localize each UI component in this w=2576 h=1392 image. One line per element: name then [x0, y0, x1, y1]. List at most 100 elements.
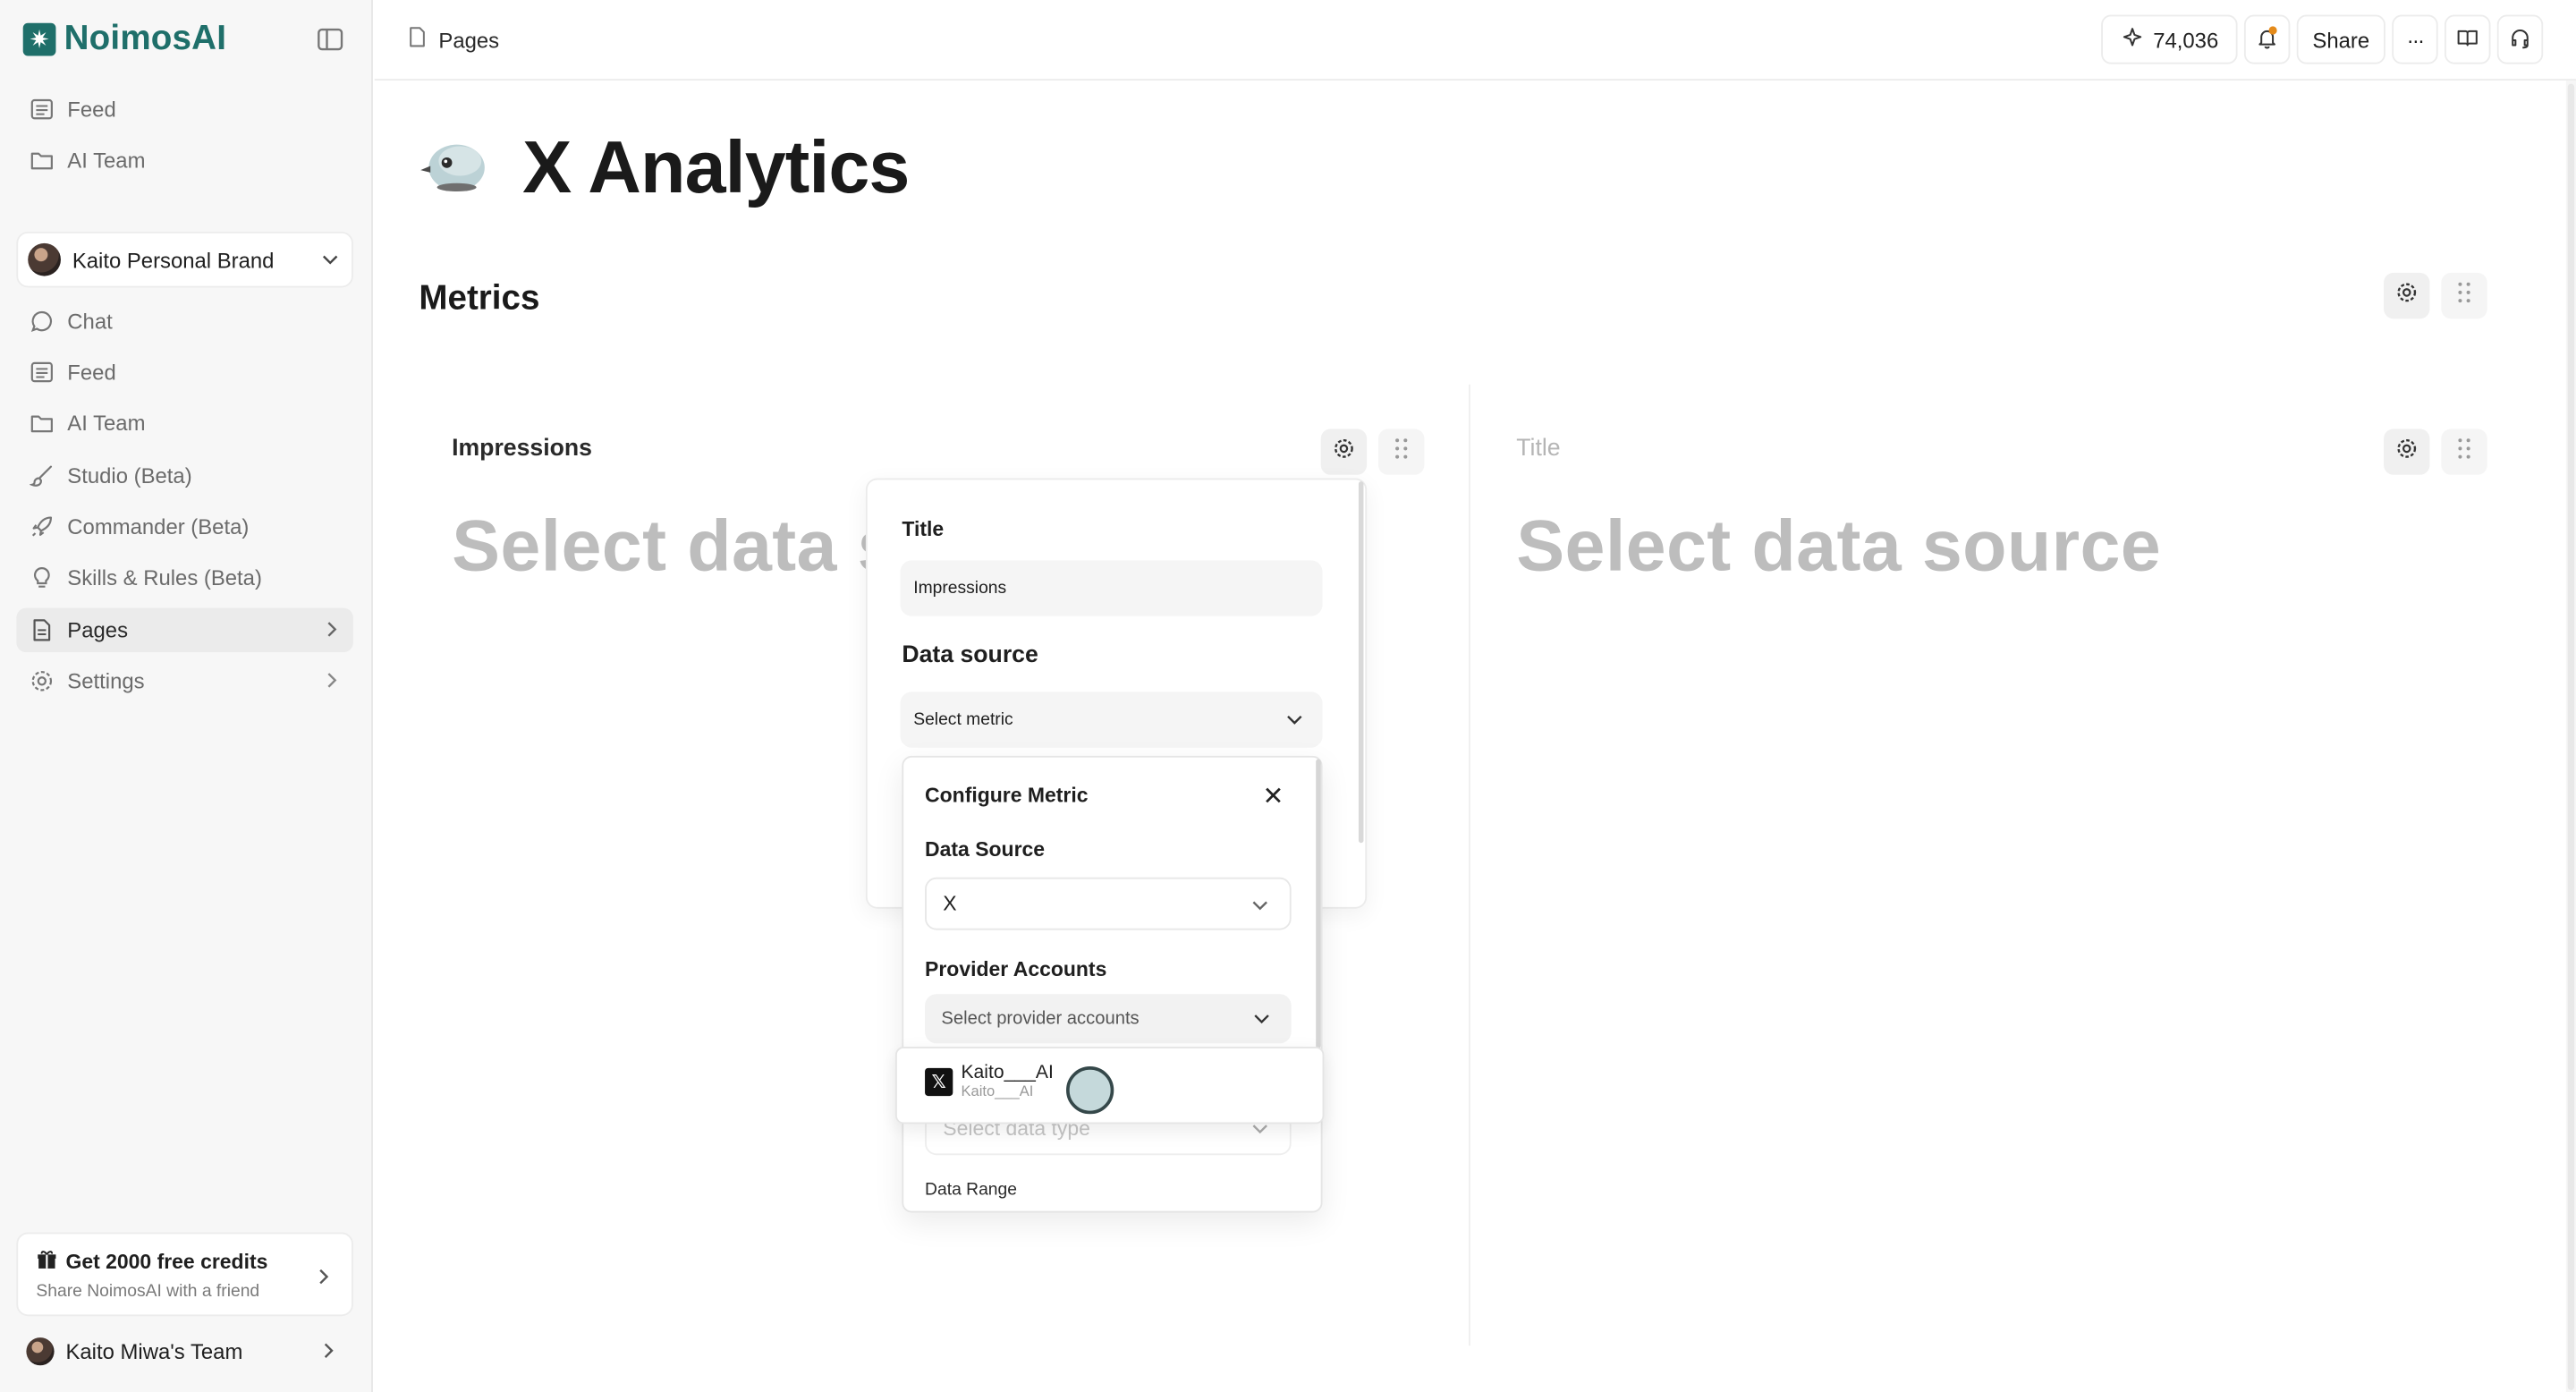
folder-icon	[28, 147, 54, 173]
invite-credits-card[interactable]: Get 2000 free credits Share NoimosAI wit…	[16, 1232, 353, 1317]
card-settings-button[interactable]	[2384, 429, 2430, 475]
feed-icon	[28, 96, 54, 122]
avatar	[26, 1337, 55, 1366]
sidebar-item-label: Feed	[67, 97, 116, 122]
title-label: Title	[902, 517, 945, 541]
sparkle-icon	[2120, 25, 2143, 53]
page-icon	[28, 617, 54, 643]
credits-button[interactable]: 74,036	[2101, 14, 2238, 64]
sidebar: ✷ NoimosAI Feed AI Team Kaito Personal B…	[0, 0, 373, 1392]
logo-icon: ✷	[22, 22, 56, 56]
data-range-label: Data Range	[925, 1179, 1018, 1200]
avatar	[28, 242, 61, 276]
workspace-name: Kaito Personal Brand	[72, 247, 275, 272]
drag-handle-icon	[2456, 280, 2472, 311]
folder-icon	[28, 410, 54, 436]
notification-dot	[2268, 26, 2277, 35]
card-title-untitled[interactable]: Title	[1516, 436, 1560, 462]
credits-count: 74,036	[2153, 27, 2219, 52]
sidebar-item-commander[interactable]: Commander (Beta)	[16, 505, 353, 549]
team-selector[interactable]: Kaito Miwa's Team	[16, 1329, 353, 1374]
share-button[interactable]: Share	[2296, 14, 2385, 64]
credits-subtitle: Share NoimosAI with a friend	[36, 1281, 260, 1302]
sidebar-item-label: Pages	[67, 617, 129, 643]
sidebar-item-feed-top[interactable]: Feed	[16, 87, 353, 132]
sidebar-item-feed[interactable]: Feed	[16, 350, 353, 395]
data-source-label: Data Source	[925, 837, 1046, 862]
column-divider	[1469, 384, 1470, 1346]
bulb-icon	[28, 564, 54, 590]
sidebar-item-ai-team[interactable]: AI Team	[16, 401, 353, 446]
gear-icon	[1333, 437, 1356, 468]
support-button[interactable]	[2496, 14, 2544, 64]
notifications-button[interactable]	[2243, 14, 2291, 64]
card-placeholder: Select data source	[452, 505, 866, 587]
scrollbar-thumb[interactable]	[2567, 83, 2575, 1390]
close-icon[interactable]	[1262, 784, 1285, 807]
feed-icon	[28, 359, 54, 385]
team-name: Kaito Miwa's Team	[65, 1338, 243, 1364]
logo[interactable]: ✷ NoimosAI	[22, 20, 227, 59]
panel-scrollbar[interactable]	[1316, 759, 1321, 1048]
data-source-select[interactable]: X	[925, 877, 1292, 930]
sidebar-item-ai-team-top[interactable]: AI Team	[16, 138, 353, 182]
configure-metric-title: Configure Metric	[925, 784, 1089, 807]
section-title[interactable]: Metrics	[419, 279, 539, 318]
drag-handle-icon	[1394, 437, 1410, 468]
card-drag-handle[interactable]	[2441, 429, 2487, 475]
sidebar-item-label: Settings	[67, 668, 145, 694]
book-icon	[2456, 25, 2479, 53]
sidebar-item-studio[interactable]: Studio (Beta)	[16, 454, 353, 498]
sidebar-item-pages[interactable]: Pages	[16, 607, 353, 653]
gear-icon	[2395, 437, 2419, 468]
metric-select[interactable]: Select metric	[900, 692, 1323, 748]
sidebar-item-settings[interactable]: Settings	[16, 659, 353, 704]
sidebar-item-label: Studio (Beta)	[67, 463, 192, 488]
data-source-heading: Data source	[902, 642, 1038, 669]
provider-accounts-label: Provider Accounts	[925, 957, 1107, 981]
cursor-indicator	[1066, 1066, 1114, 1115]
sidebar-item-skills-rules[interactable]: Skills & Rules (Beta)	[16, 556, 353, 600]
sidebar-item-label: Commander (Beta)	[67, 514, 250, 539]
card-settings-button[interactable]	[1320, 429, 1368, 475]
card-drag-handle[interactable]	[1377, 429, 1425, 475]
card-placeholder: Select data source	[1516, 505, 2162, 587]
sidebar-item-chat[interactable]: Chat	[16, 299, 353, 344]
chevron-right-icon	[322, 670, 342, 690]
chevron-down-icon	[320, 250, 340, 269]
section-drag-handle[interactable]	[2441, 272, 2487, 319]
page-title[interactable]: X Analytics	[522, 125, 910, 211]
sidebar-item-label: Skills & Rules (Beta)	[67, 564, 262, 590]
app-name: NoimosAI	[64, 20, 227, 58]
sidebar-toggle-icon[interactable]	[316, 26, 345, 52]
title-input[interactable]: Impressions	[900, 560, 1323, 616]
page-scrollbar[interactable]	[2565, 80, 2576, 1392]
chevron-right-icon	[322, 619, 342, 639]
sidebar-item-label: AI Team	[67, 411, 146, 436]
popover-scrollbar[interactable]	[1358, 481, 1364, 844]
rocket-icon	[28, 514, 54, 539]
chevron-down-icon	[1252, 1009, 1272, 1029]
credits-title: Get 2000 free credits	[36, 1249, 352, 1275]
more-button[interactable]: ···	[2392, 14, 2438, 64]
bird-icon[interactable]	[418, 132, 490, 197]
docs-button[interactable]	[2445, 14, 2491, 64]
chevron-down-icon	[1250, 895, 1270, 915]
account-name: Kaito___AI	[961, 1063, 1054, 1083]
gear-icon	[2395, 280, 2419, 311]
sidebar-item-label: Feed	[67, 360, 116, 385]
chevron-right-icon	[318, 1341, 338, 1366]
account-option[interactable]: 𝕏 Kaito___AI Kaito___AI	[925, 1063, 1054, 1099]
page-icon	[408, 26, 428, 52]
sidebar-item-label: Chat	[67, 309, 113, 334]
card-title-impressions[interactable]: Impressions	[452, 436, 592, 462]
workspace-selector[interactable]: Kaito Personal Brand	[16, 231, 353, 288]
chevron-down-icon	[1284, 709, 1304, 729]
breadcrumb[interactable]: Pages	[408, 26, 499, 52]
account-handle: Kaito___AI	[961, 1082, 1034, 1099]
x-logo-icon: 𝕏	[925, 1066, 953, 1096]
section-settings-button[interactable]	[2384, 272, 2430, 319]
provider-accounts-select[interactable]: Select provider accounts	[925, 994, 1292, 1044]
brush-icon	[28, 463, 54, 488]
sidebar-item-label: AI Team	[67, 148, 146, 173]
